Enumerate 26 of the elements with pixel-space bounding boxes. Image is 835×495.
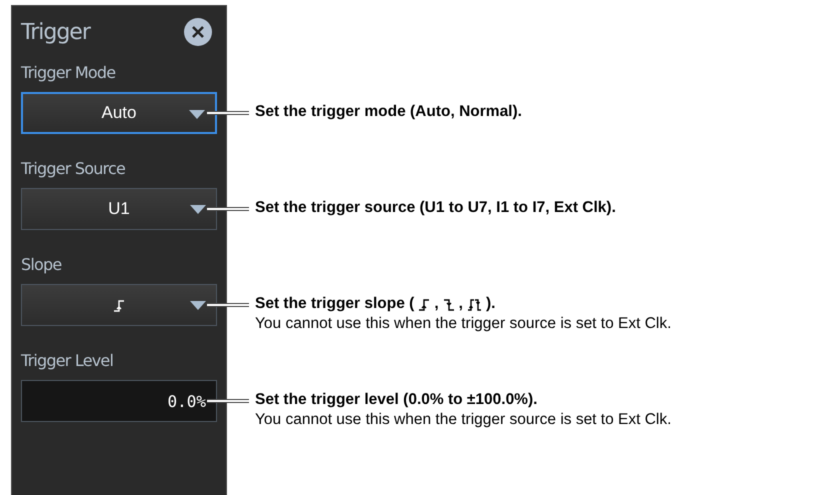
description-text: Set the trigger level (0.0% to ±100.0%).	[255, 390, 538, 410]
field-label: Trigger Source	[21, 158, 126, 180]
dropdown[interactable]: Auto	[21, 92, 217, 134]
description-text: Set the trigger slope (	[255, 294, 414, 314]
dual-edge-icon	[466, 296, 482, 312]
description-text: Set the trigger mode (Auto, Normal).	[255, 102, 522, 122]
falling-edge-icon	[442, 296, 455, 312]
close-icon	[191, 25, 205, 39]
field-label: Slope	[21, 254, 62, 276]
dropdown-arrow-icon	[189, 110, 205, 119]
level-field[interactable]: 0.0%	[21, 380, 217, 422]
dropdown-arrow-icon	[190, 205, 206, 214]
description-text: ).	[486, 294, 496, 314]
field-label: Trigger Level	[21, 350, 114, 372]
note-text: You cannot use this when the trigger source is set to Ext Clk.	[255, 314, 672, 334]
dropdown[interactable]: U1	[21, 188, 217, 230]
description-text: ,	[434, 294, 439, 314]
description-text: ,	[458, 294, 463, 314]
panel-title: Trigger	[21, 20, 90, 44]
rising-edge-icon	[418, 296, 430, 312]
dropdown-arrow-icon	[190, 301, 206, 310]
field-label: Trigger Mode	[21, 62, 116, 84]
note-text: You cannot use this when the trigger source is set to Ext Clk.	[255, 410, 672, 430]
description-text: Set the trigger source (U1 to U7, I1 to I7, Ext Clk).	[255, 198, 616, 218]
close-button[interactable]	[184, 18, 212, 46]
rising-edge-icon	[113, 298, 125, 312]
